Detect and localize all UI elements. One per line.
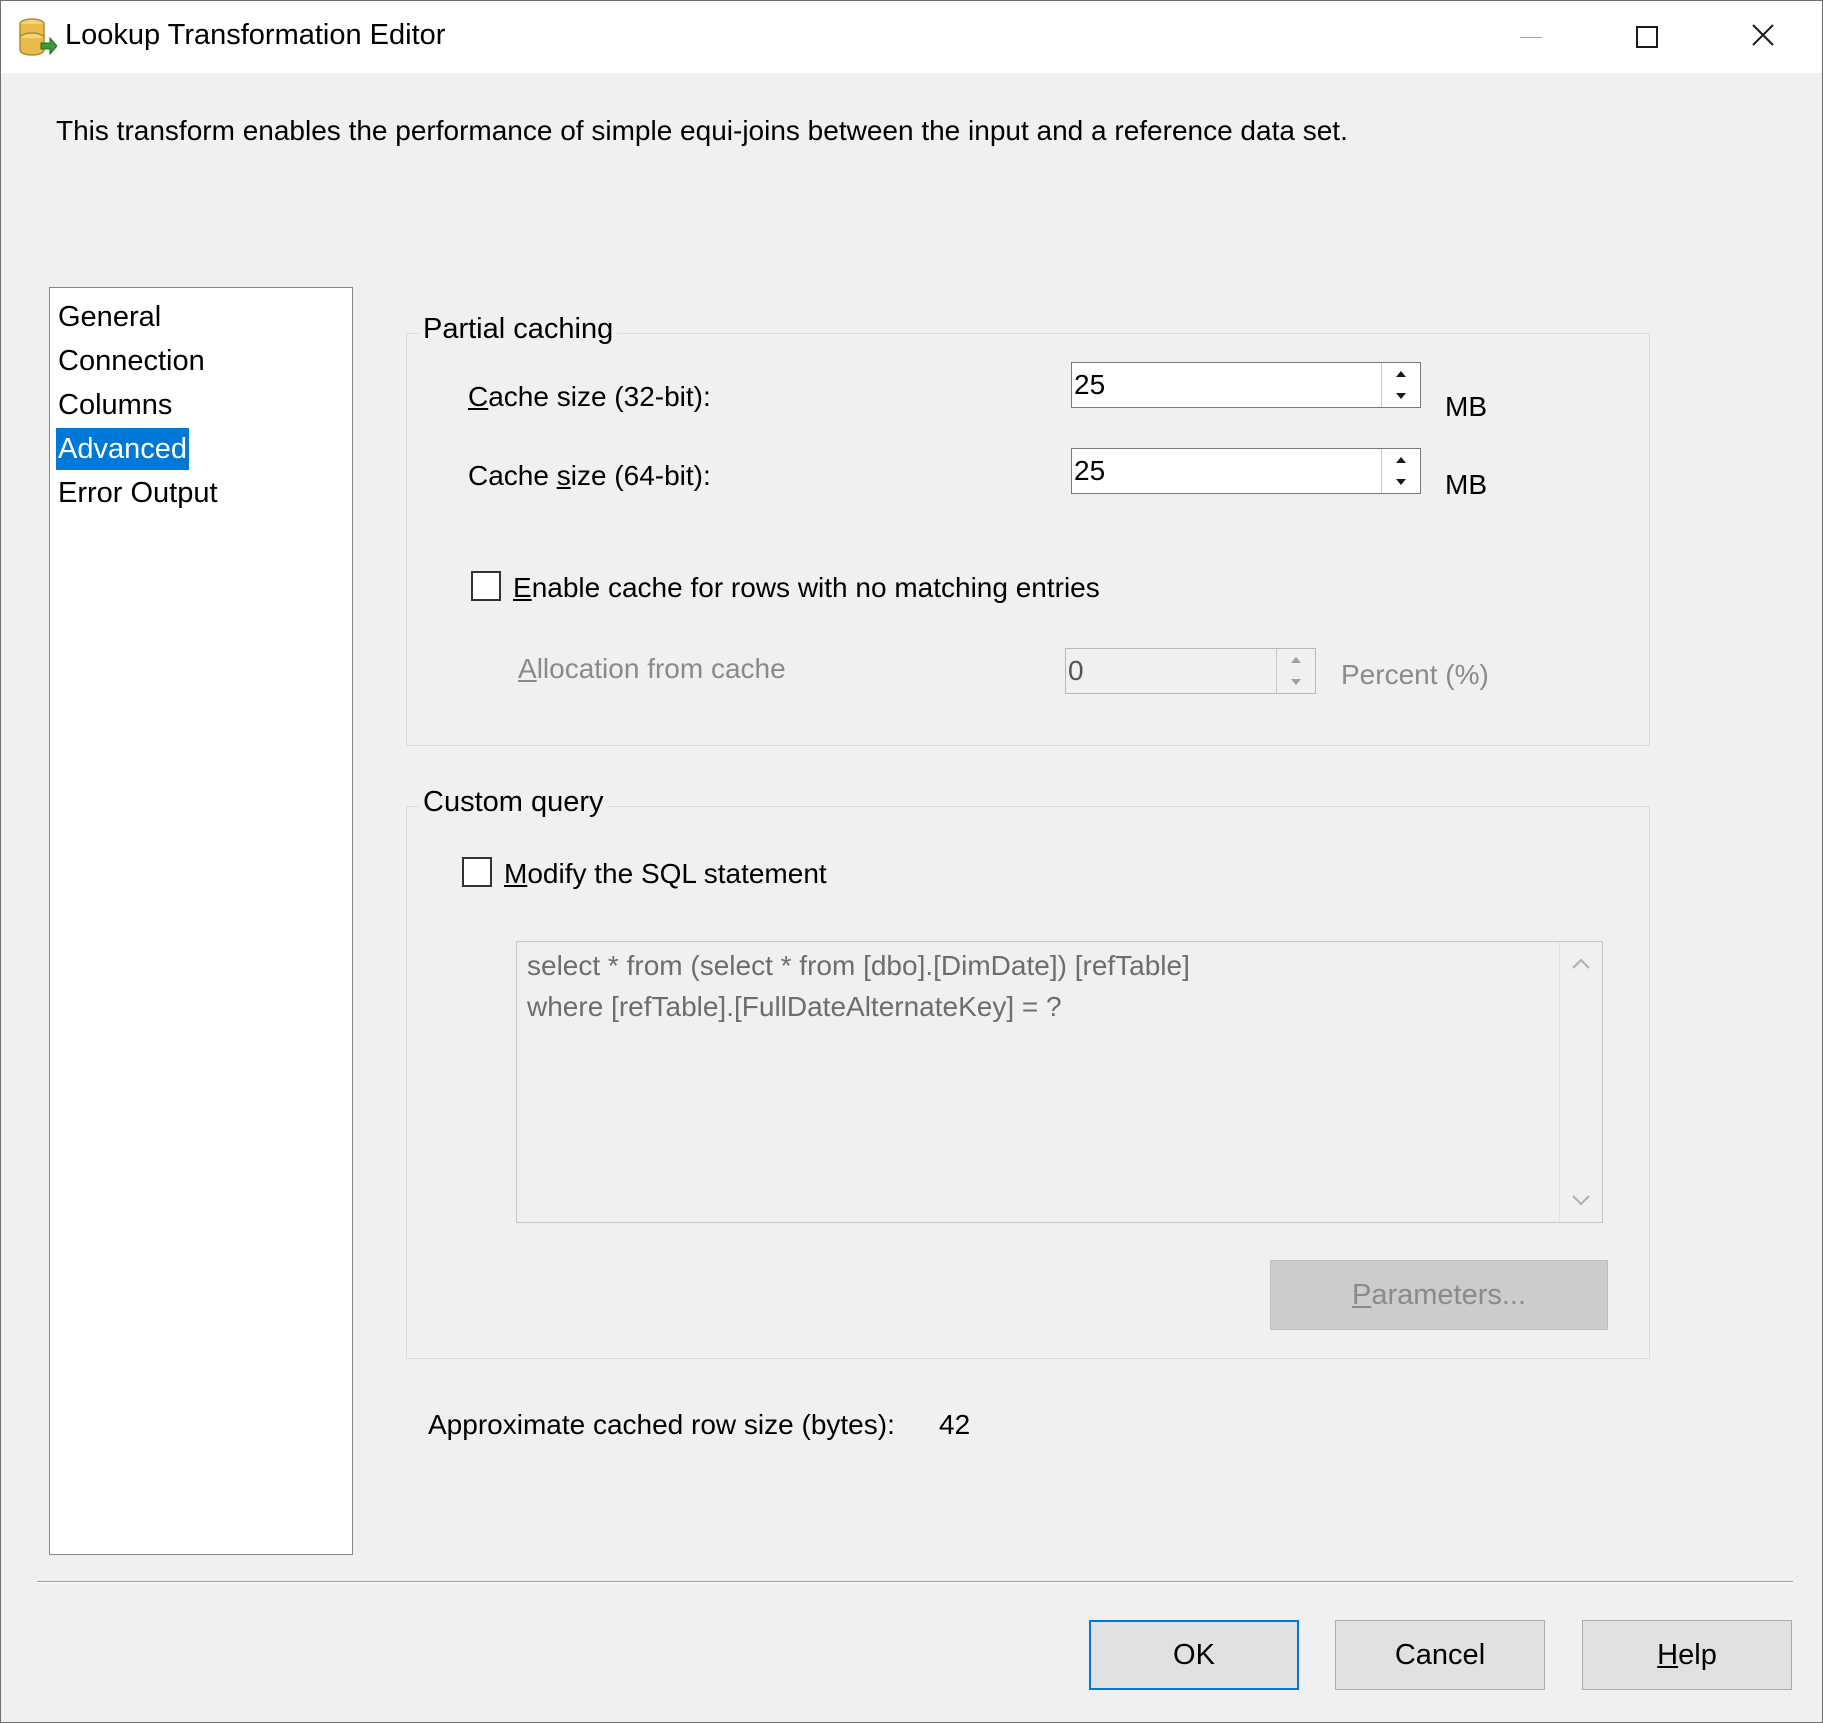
cache-size-64-value[interactable]: 25 <box>1074 455 1105 487</box>
cache-size-32-unit: MB <box>1445 391 1487 422</box>
cache-size-64-spinner[interactable]: 25 <box>1071 448 1421 494</box>
spin-down-arrow-icon <box>1396 393 1406 399</box>
editor-description: This transform enables the performance o… <box>56 115 1348 146</box>
spin-up-arrow-icon <box>1396 371 1406 377</box>
close-button[interactable] <box>1705 1 1821 73</box>
spin-down-arrow-icon <box>1291 679 1301 685</box>
custom-query-title: Custom query <box>419 786 608 819</box>
cache-size-64-label: Cache size (64-bit): <box>468 460 711 491</box>
sql-line-1: select * from (select * from [dbo].[DimD… <box>527 950 1190 981</box>
enable-cache-no-match-checkbox[interactable] <box>471 571 501 601</box>
scroll-down-chevron-icon <box>1560 1180 1602 1220</box>
title-bar[interactable]: Lookup Transformation Editor <box>1 1 1822 73</box>
minimize-icon <box>1520 36 1542 38</box>
nav-item-advanced[interactable]: Advanced <box>56 428 189 470</box>
cache-size-64-decrement[interactable] <box>1382 471 1420 493</box>
spin-down-arrow-icon <box>1396 479 1406 485</box>
modify-sql-label[interactable]: Modify the SQL statement <box>504 858 827 890</box>
cache-size-32-label: Cache size (32-bit): <box>468 381 711 412</box>
ok-button[interactable]: OK <box>1089 1620 1299 1690</box>
allocation-from-cache-value: 0 <box>1068 655 1084 686</box>
cache-size-32-increment[interactable] <box>1382 363 1420 385</box>
allocation-spin-buttons <box>1276 649 1315 693</box>
allocation-from-cache-label: Allocation from cache <box>518 653 786 684</box>
help-button[interactable]: Help <box>1582 1620 1792 1690</box>
database-lookup-icon <box>17 15 58 59</box>
scroll-up-chevron-icon <box>1560 944 1602 984</box>
nav-item-connection[interactable]: Connection <box>56 340 207 382</box>
nav-item-error-output[interactable]: Error Output <box>56 472 220 514</box>
page-navigation-list[interactable]: General Connection Columns Advanced Erro… <box>49 287 353 1555</box>
footer-separator-highlight <box>37 1582 1793 1583</box>
sql-vertical-scrollbar <box>1559 942 1602 1222</box>
minimize-button[interactable] <box>1473 1 1589 73</box>
allocation-decrement <box>1277 671 1315 693</box>
allocation-increment <box>1277 649 1315 671</box>
cancel-button[interactable]: Cancel <box>1335 1620 1545 1690</box>
modify-sql-checkbox[interactable] <box>462 857 492 887</box>
cache-size-64-unit: MB <box>1445 469 1487 500</box>
cache-size-32-decrement[interactable] <box>1382 385 1420 407</box>
cached-row-size-label: Approximate cached row size (bytes): <box>428 1409 895 1440</box>
partial-caching-title: Partial caching <box>419 313 618 346</box>
cache-size-64-increment[interactable] <box>1382 449 1420 471</box>
allocation-from-cache-spinner: 0 <box>1065 648 1316 694</box>
cache-size-32-spinner[interactable]: 25 <box>1071 362 1421 408</box>
cache-size-64-spin-buttons <box>1381 449 1420 493</box>
cache-size-32-value[interactable]: 25 <box>1074 369 1105 401</box>
sql-line-2: where [refTable].[FullDateAlternateKey] … <box>527 991 1062 1022</box>
enable-cache-no-match-label[interactable]: Enable cache for rows with no matching e… <box>513 572 1100 604</box>
lookup-transformation-editor-window: Lookup Transformation Editor This transf… <box>0 0 1823 1723</box>
parameters-button: Parameters... <box>1270 1260 1608 1330</box>
nav-item-general[interactable]: General <box>56 296 163 338</box>
spin-up-arrow-icon <box>1396 457 1406 463</box>
spin-up-arrow-icon <box>1291 657 1301 663</box>
window-title: Lookup Transformation Editor <box>65 19 446 51</box>
cached-row-size-value: 42 <box>939 1409 971 1440</box>
allocation-unit: Percent (%) <box>1341 659 1489 690</box>
nav-item-columns[interactable]: Columns <box>56 384 174 426</box>
sql-statement-textbox: select * from (select * from [dbo].[DimD… <box>516 941 1603 1223</box>
maximize-button[interactable] <box>1589 1 1705 73</box>
cache-size-32-spin-buttons <box>1381 363 1420 407</box>
maximize-icon <box>1636 26 1658 48</box>
close-icon <box>1752 23 1774 51</box>
